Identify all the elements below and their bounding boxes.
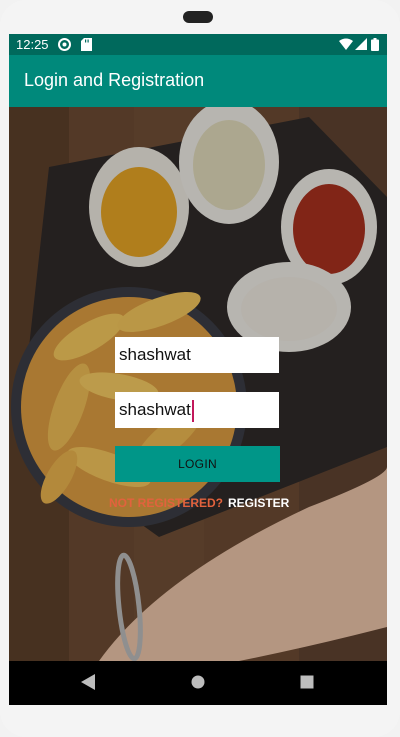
register-link[interactable]: REGISTER bbox=[228, 496, 289, 510]
back-icon[interactable] bbox=[81, 674, 95, 695]
login-screen: shashwat shashwat LOGIN NOT REGISTERED? … bbox=[9, 107, 387, 661]
password-value: shashwat bbox=[119, 400, 191, 419]
app-bar: Login and Registration bbox=[9, 55, 387, 107]
battery-icon bbox=[371, 38, 379, 54]
sync-icon bbox=[58, 38, 71, 54]
username-value: shashwat bbox=[119, 345, 191, 364]
app-title: Login and Registration bbox=[24, 70, 205, 90]
password-field[interactable]: shashwat bbox=[115, 392, 279, 428]
food-background-photo bbox=[9, 107, 387, 661]
sd-card-icon bbox=[81, 38, 92, 54]
username-field[interactable]: shashwat bbox=[115, 337, 279, 373]
phone-screen: 12:25 Login and Registration shashwat sh… bbox=[9, 34, 387, 705]
signal-icon bbox=[355, 38, 367, 53]
recents-icon[interactable] bbox=[300, 674, 314, 695]
home-icon[interactable] bbox=[191, 674, 205, 695]
speaker-grille bbox=[183, 11, 213, 23]
wifi-icon bbox=[339, 38, 353, 53]
not-registered-label: NOT REGISTERED? bbox=[109, 496, 224, 510]
status-bar: 12:25 bbox=[9, 34, 387, 55]
text-cursor bbox=[191, 399, 194, 422]
navigation-bar bbox=[9, 661, 387, 705]
login-button[interactable]: LOGIN bbox=[115, 446, 280, 482]
phone-frame: 12:25 Login and Registration shashwat sh… bbox=[0, 0, 400, 737]
status-time: 12:25 bbox=[16, 37, 49, 52]
